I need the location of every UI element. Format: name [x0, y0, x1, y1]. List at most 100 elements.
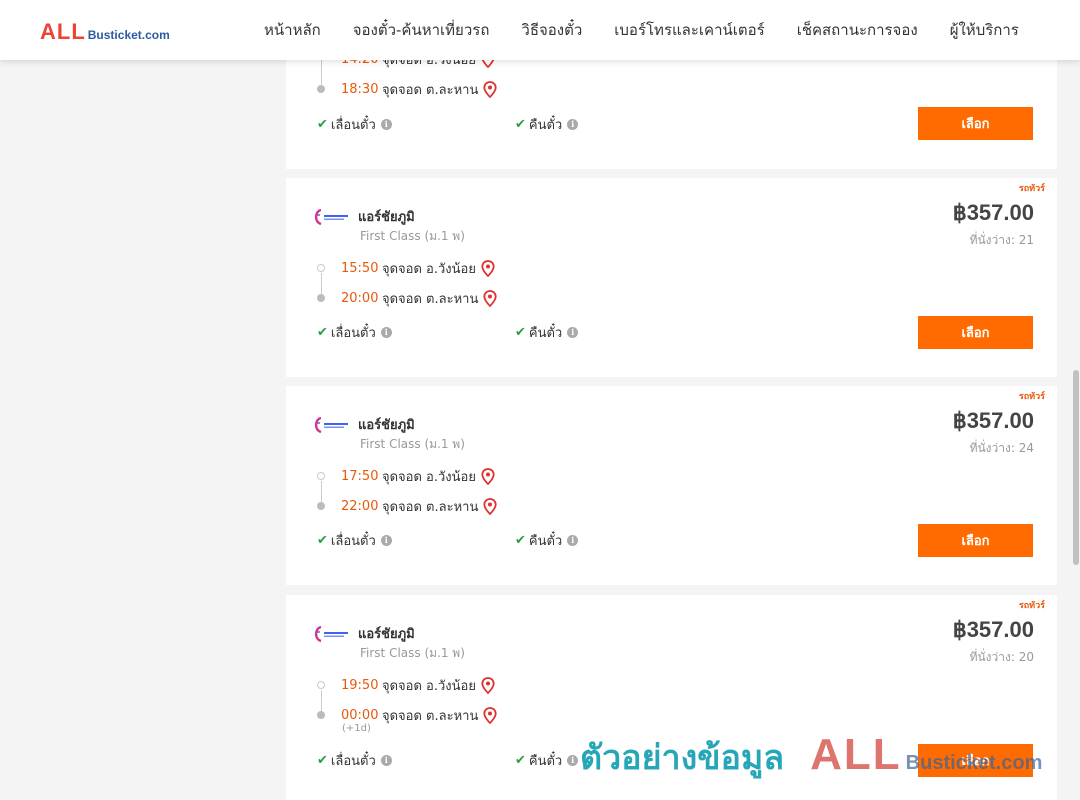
ticket-price: ฿357.00	[952, 408, 1034, 433]
change-ticket-feature: ✔ เลื่อนตั๋ว i	[317, 750, 392, 771]
arrival-stop: 22:00 จุดจอด ต.ละหาน	[341, 496, 497, 517]
bus-type-badge: รถทัวร์	[1018, 392, 1045, 402]
check-icon: ✔	[515, 533, 526, 548]
map-pin-icon[interactable]	[483, 290, 497, 307]
arrival-stop: 18:30 จุดจอด ต.ละหาน	[341, 79, 497, 100]
arrival-dot	[317, 711, 325, 719]
select-trip-button[interactable]: เลือก	[918, 524, 1033, 557]
departure-stop: 17:50 จุดจอด อ.วังน้อย	[341, 466, 495, 487]
logo-all-text: ALL	[40, 19, 86, 44]
select-trip-button[interactable]: เลือก	[918, 316, 1033, 349]
select-trip-button[interactable]: เลือก	[918, 107, 1033, 140]
company-info: แอร์ชัยภูมิ	[312, 623, 415, 644]
arrival-dot	[317, 502, 325, 510]
info-icon[interactable]: i	[380, 119, 392, 130]
logo-busticket-text: Busticket.com	[87, 28, 170, 42]
company-name: แอร์ชัยภูมิ	[358, 210, 415, 225]
change-ticket-feature: ✔ เลื่อนตั๋ว i	[317, 114, 392, 135]
bus-class: First Class (ม.1 พ)	[360, 437, 465, 451]
nav-item-check-booking[interactable]: เช็คสถานะการจอง	[781, 18, 934, 42]
departure-dot	[317, 264, 325, 272]
select-trip-button[interactable]: เลือก	[918, 744, 1033, 777]
check-icon: ✔	[515, 117, 526, 132]
timeline-line	[320, 481, 322, 502]
site-logo[interactable]: ALL Busticket.com	[40, 19, 170, 45]
site-header: ALL Busticket.com หน้าหลัก จองตั๋ว-ค้นหา…	[0, 0, 1080, 60]
arrival-stop-name: จุดจอด ต.ละหาน	[382, 83, 479, 98]
bus-class: First Class (ม.1 พ)	[360, 229, 465, 243]
departure-time: 19:50	[341, 678, 379, 693]
departure-stop: 15:50 จุดจอด อ.วังน้อย	[341, 258, 495, 279]
nav-item-home[interactable]: หน้าหลัก	[248, 18, 337, 42]
company-logo-icon	[314, 416, 348, 433]
refund-ticket-feature: ✔ คืนตั๋ว i	[515, 322, 579, 343]
map-pin-icon[interactable]	[481, 260, 495, 277]
refund-ticket-feature: ✔ คืนตั๋ว i	[515, 750, 579, 771]
info-icon[interactable]: i	[567, 535, 579, 546]
map-pin-icon[interactable]	[483, 81, 497, 98]
info-icon[interactable]: i	[380, 327, 392, 338]
route-timeline	[317, 55, 325, 95]
refund-ticket-feature: ✔ คืนตั๋ว i	[515, 530, 579, 551]
info-icon[interactable]: i	[567, 327, 579, 338]
departure-time: 17:50	[341, 469, 379, 484]
info-icon[interactable]: i	[567, 755, 579, 766]
check-icon: ✔	[515, 753, 526, 768]
map-pin-icon[interactable]	[481, 677, 495, 694]
arrival-time: 22:00	[341, 499, 379, 514]
arrival-dot	[317, 294, 325, 302]
departure-stop-name: จุดจอด อ.วังน้อย	[382, 262, 476, 277]
info-icon[interactable]: i	[380, 755, 392, 766]
nav-item-book-search[interactable]: จองตั๋ว-ค้นหาเที่ยวรถ	[337, 18, 506, 42]
bus-type-badge: รถทัวร์	[1018, 184, 1045, 194]
nav-item-operators[interactable]: ผู้ให้บริการ	[934, 18, 1035, 42]
timeline-line	[320, 690, 322, 711]
change-ticket-feature: ✔ เลื่อนตั๋ว i	[317, 530, 392, 551]
page-scrollbar-thumb[interactable]	[1073, 370, 1079, 565]
map-pin-icon[interactable]	[483, 707, 497, 724]
departure-stop-name: จุดจอด อ.วังน้อย	[382, 470, 476, 485]
bus-class: First Class (ม.1 พ)	[360, 646, 465, 660]
arrival-time: 20:00	[341, 291, 379, 306]
nav-item-how-to-book[interactable]: วิธีจองตั๋ว	[505, 18, 598, 42]
company-info: แอร์ชัยภูมิ	[312, 414, 415, 435]
seats-available: ที่นั่งว่าง: 20	[969, 650, 1034, 664]
next-day-indicator: (+1d)	[342, 723, 371, 734]
change-ticket-label: เลื่อนตั๋ว	[330, 534, 376, 549]
arrival-stop-name: จุดจอด ต.ละหาน	[382, 709, 479, 724]
info-icon[interactable]: i	[380, 535, 392, 546]
bus-type-badge: รถทัวร์	[1018, 601, 1045, 611]
arrival-dot	[317, 85, 325, 93]
info-icon[interactable]: i	[567, 119, 579, 130]
change-ticket-label: เลื่อนตั๋ว	[330, 326, 376, 341]
company-logo-icon	[314, 625, 348, 642]
check-icon: ✔	[317, 325, 328, 340]
departure-dot	[317, 681, 325, 689]
route-timeline	[317, 681, 325, 719]
refund-ticket-label: คืนตั๋ว	[528, 118, 563, 133]
map-pin-icon[interactable]	[481, 468, 495, 485]
refund-ticket-label: คืนตั๋ว	[528, 534, 563, 549]
trip-card: รถทัวร์ แอร์ชัยภูมิ First Class (ม.1 พ) …	[286, 178, 1057, 377]
change-ticket-label: เลื่อนตั๋ว	[330, 118, 376, 133]
departure-dot	[317, 472, 325, 480]
route-timeline	[317, 264, 325, 302]
route-timeline	[317, 472, 325, 510]
ticket-price: ฿357.00	[952, 617, 1034, 642]
refund-ticket-label: คืนตั๋ว	[528, 754, 563, 769]
departure-stop-name: จุดจอด อ.วังน้อย	[382, 679, 476, 694]
seats-available: ที่นั่งว่าง: 24	[969, 441, 1034, 455]
trip-card: รถทัวร์ แอร์ชัยภูมิ First Class (ม.1 พ) …	[286, 595, 1057, 800]
arrival-time: 18:30	[341, 82, 379, 97]
arrival-time: 00:00	[341, 708, 379, 723]
main-nav: หน้าหลัก จองตั๋ว-ค้นหาเที่ยวรถ วิธีจองตั…	[248, 0, 1035, 60]
company-info: แอร์ชัยภูมิ	[312, 206, 415, 227]
check-icon: ✔	[317, 753, 328, 768]
trip-card: รถทัวร์ แอร์ชัยภูมิ First Class (ม.1 พ) …	[286, 386, 1057, 585]
map-pin-icon[interactable]	[483, 498, 497, 515]
company-name: แอร์ชัยภูมิ	[358, 418, 415, 433]
check-icon: ✔	[317, 533, 328, 548]
arrival-stop-name: จุดจอด ต.ละหาน	[382, 292, 479, 307]
nav-item-phone-counters[interactable]: เบอร์โทรและเคาน์เตอร์	[598, 18, 780, 42]
change-ticket-feature: ✔ เลื่อนตั๋ว i	[317, 322, 392, 343]
